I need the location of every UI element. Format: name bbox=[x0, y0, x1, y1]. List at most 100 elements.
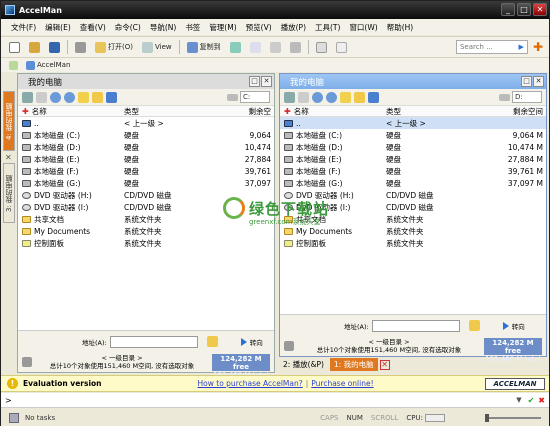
list-item[interactable]: 本地磁盘 (E:) 硬盘 27,884 M bbox=[280, 153, 546, 165]
select-button[interactable] bbox=[314, 39, 329, 56]
tab-close-icon[interactable]: ✕ bbox=[379, 359, 390, 370]
view-button[interactable]: View bbox=[140, 39, 174, 56]
execute-check-icon[interactable]: ✔ bbox=[528, 396, 535, 405]
menu-play[interactable]: 播放(P) bbox=[281, 22, 306, 33]
left-go-button[interactable]: 转向 bbox=[250, 337, 263, 347]
columns-icon[interactable] bbox=[106, 91, 117, 103]
forward-icon[interactable] bbox=[326, 91, 337, 103]
print-button[interactable] bbox=[73, 39, 88, 56]
back-icon[interactable] bbox=[312, 91, 323, 103]
open-button[interactable]: 打开(O) bbox=[93, 39, 135, 56]
menu-manage[interactable]: 管理(M) bbox=[209, 22, 236, 33]
up-folder-icon[interactable] bbox=[340, 91, 351, 103]
add-plus-icon[interactable]: ✚ bbox=[533, 40, 543, 54]
left-go-icon[interactable] bbox=[240, 337, 247, 346]
zoom-slider[interactable] bbox=[485, 413, 541, 422]
back-icon[interactable] bbox=[50, 91, 61, 103]
right-folder-browse-icon[interactable] bbox=[468, 320, 480, 331]
right-drive-selector[interactable]: D: bbox=[499, 91, 542, 103]
forward-icon[interactable] bbox=[64, 91, 75, 103]
item-name: 本地磁盘 (D:) bbox=[34, 142, 81, 152]
list-item[interactable]: 本地磁盘 (C:) 硬盘 9,064 bbox=[18, 129, 274, 141]
menu-bookmarks[interactable]: 书签 bbox=[185, 22, 200, 33]
menu-command[interactable]: 命令(C) bbox=[115, 22, 141, 33]
search-input[interactable]: Search ... ▶ bbox=[455, 40, 528, 54]
menu-file[interactable]: 文件(F) bbox=[11, 22, 36, 33]
left-col-type[interactable]: 类型 bbox=[114, 106, 200, 117]
right-go-button[interactable]: 转向 bbox=[512, 321, 525, 331]
right-address-input[interactable] bbox=[371, 319, 460, 332]
purchase-online-link[interactable]: Purchase online! bbox=[311, 379, 373, 388]
title-bar[interactable]: AccelMan _ □ ✕ bbox=[1, 1, 549, 19]
list-item[interactable]: 本地磁盘 (F:) 硬盘 39,761 bbox=[18, 165, 274, 177]
menu-preview[interactable]: 预览(V) bbox=[246, 22, 272, 33]
bookmark-icon[interactable] bbox=[298, 91, 309, 103]
side-tab-close-icon[interactable]: ✕ bbox=[5, 153, 12, 162]
left-address-input[interactable] bbox=[109, 335, 198, 348]
list-item[interactable]: 本地磁盘 (G:) 硬盘 37,097 M bbox=[280, 177, 546, 189]
menu-tools[interactable]: 工具(T) bbox=[315, 22, 340, 33]
menu-edit[interactable]: 编辑(E) bbox=[45, 22, 71, 33]
minimize-button[interactable]: _ bbox=[501, 3, 515, 16]
left-folder-browse-icon[interactable] bbox=[206, 336, 218, 347]
list-item[interactable]: 本地磁盘 (E:) 硬盘 27,884 bbox=[18, 153, 274, 165]
right-go-icon[interactable] bbox=[502, 321, 509, 330]
cut-button[interactable] bbox=[268, 39, 283, 56]
dvd-icon bbox=[22, 191, 31, 199]
copy-to-button[interactable]: 复制到 bbox=[185, 39, 223, 56]
right-panel-close-button[interactable]: ✕ bbox=[533, 76, 544, 87]
explorer-button[interactable] bbox=[27, 39, 42, 56]
list-item[interactable]: 本地磁盘 (D:) 硬盘 10,474 M bbox=[280, 141, 546, 153]
tab-my-computer[interactable]: 1: 我的电脑 bbox=[329, 358, 378, 371]
menu-view[interactable]: 查看(V) bbox=[80, 22, 106, 33]
view-mode-icon[interactable] bbox=[284, 91, 295, 103]
list-item[interactable]: 本地磁盘 (D:) 硬盘 10,474 bbox=[18, 141, 274, 153]
up-folder-icon[interactable] bbox=[78, 91, 89, 103]
columns-icon[interactable] bbox=[368, 91, 379, 103]
side-tab-4[interactable]: 4: 我的电脑 bbox=[3, 91, 15, 151]
close-button[interactable]: ✕ bbox=[533, 3, 547, 16]
new-button[interactable] bbox=[7, 39, 22, 56]
view-mode-icon[interactable] bbox=[22, 91, 33, 103]
paste-button[interactable] bbox=[248, 39, 263, 56]
left-panel-titlebar[interactable]: 我的电脑 □ ✕ bbox=[18, 74, 274, 89]
tab-play[interactable]: 2: 播放(&P) bbox=[279, 358, 328, 371]
history-dropdown-icon[interactable]: ▼ bbox=[516, 396, 521, 404]
menu-window[interactable]: 窗口(W) bbox=[349, 22, 377, 33]
command-line[interactable]: > ▼ ✔ ✖ bbox=[1, 393, 549, 408]
list-item[interactable]: 本地磁盘 (C:) 硬盘 9,064 M bbox=[280, 129, 546, 141]
list-item[interactable]: .. < 上一级 > bbox=[280, 117, 546, 129]
save-button[interactable] bbox=[47, 39, 62, 56]
left-panel-close-button[interactable]: ✕ bbox=[261, 76, 272, 87]
side-tab-3[interactable]: 3: 我的电脑 bbox=[3, 163, 15, 223]
left-panel: 我的电脑 □ ✕ C: ✚ 名称 类型 剩余空 .. < 上一级 > 本地磁盘 (C:)… bbox=[17, 73, 275, 379]
left-drive-selector[interactable]: C: bbox=[227, 91, 270, 103]
list-item[interactable]: 控制面板 系统文件夹 bbox=[18, 237, 274, 249]
properties-button[interactable] bbox=[334, 39, 349, 56]
menu-help[interactable]: 帮助(H) bbox=[387, 22, 414, 33]
favorites-icon[interactable] bbox=[9, 60, 18, 70]
how-to-purchase-link[interactable]: How to purchase AccelMan? bbox=[198, 379, 303, 388]
left-col-free[interactable]: 剩余空 bbox=[200, 106, 274, 117]
right-col-name[interactable]: ✚ 名称 bbox=[280, 106, 376, 117]
delete-button[interactable] bbox=[288, 39, 303, 56]
list-item[interactable]: My Documents 系统文件夹 bbox=[18, 225, 274, 237]
list-item[interactable]: .. < 上一级 > bbox=[18, 117, 274, 129]
cancel-x-icon[interactable]: ✖ bbox=[538, 396, 545, 405]
refresh-button[interactable] bbox=[228, 39, 243, 56]
list-item[interactable]: 本地磁盘 (G:) 硬盘 37,097 bbox=[18, 177, 274, 189]
menu-navigate[interactable]: 导航(N) bbox=[150, 22, 176, 33]
right-col-type[interactable]: 类型 bbox=[376, 106, 462, 117]
bookmark-icon[interactable] bbox=[36, 91, 47, 103]
left-panel-restore-button[interactable]: □ bbox=[249, 76, 260, 87]
filter-icon[interactable] bbox=[92, 91, 103, 103]
left-col-name[interactable]: ✚ 名称 bbox=[18, 106, 114, 117]
filter-icon[interactable] bbox=[354, 91, 365, 103]
list-item[interactable]: 控制面板 系统文件夹 bbox=[280, 237, 546, 249]
right-panel-restore-button[interactable]: □ bbox=[521, 76, 532, 87]
list-item[interactable]: 本地磁盘 (F:) 硬盘 39,761 M bbox=[280, 165, 546, 177]
right-col-free[interactable]: 剩余空间 bbox=[462, 106, 546, 117]
favorite-accelman[interactable]: AccelMan bbox=[24, 57, 72, 74]
maximize-button[interactable]: □ bbox=[517, 3, 531, 16]
right-panel-titlebar[interactable]: 我的电脑 □ ✕ bbox=[280, 74, 546, 89]
